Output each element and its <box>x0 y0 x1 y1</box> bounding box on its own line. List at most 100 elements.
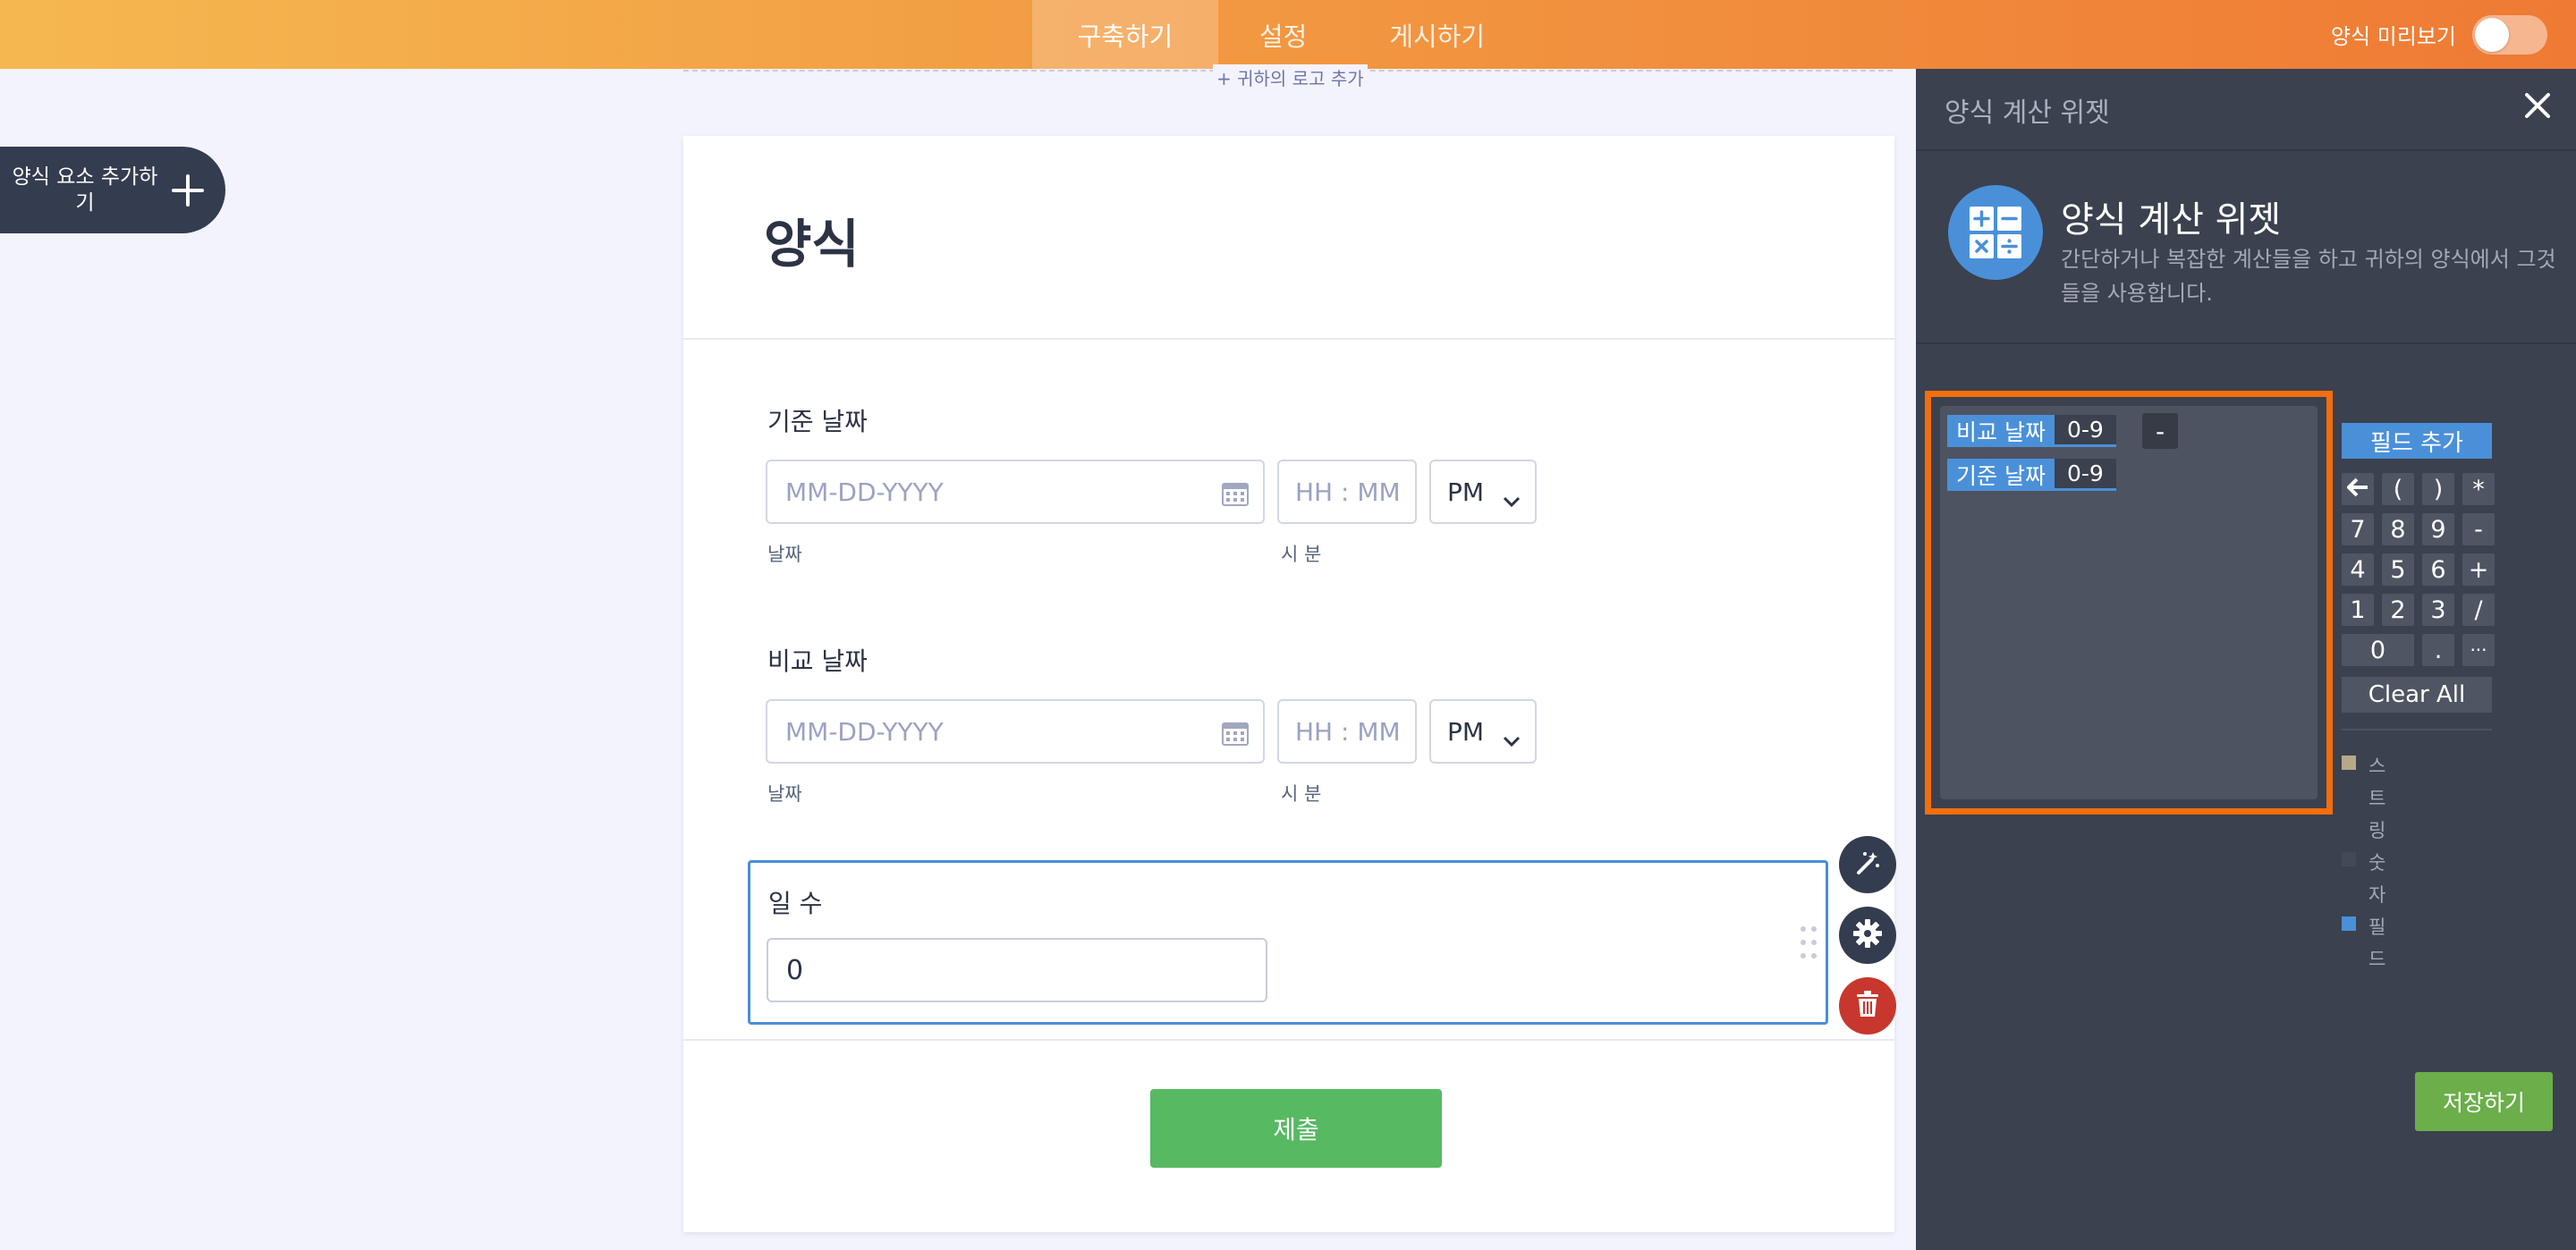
legend-field: 필드 <box>2342 911 2390 976</box>
compare-time-input[interactable]: HH : MM <box>1277 699 1417 764</box>
legend-swatch <box>2342 852 2356 866</box>
form-preview-label: 양식 미리보기 <box>2330 24 2456 49</box>
clear-all-button[interactable]: Clear All <box>2342 677 2492 713</box>
key-multiply[interactable]: * <box>2462 473 2495 505</box>
base-time-sublabel: 시 분 <box>1281 544 1322 565</box>
add-field-button[interactable]: 필드 추가 <box>2342 423 2492 459</box>
panel-title: 양식 계산 위젯 <box>1945 97 2110 129</box>
legend-swatch <box>2342 756 2356 770</box>
key-more[interactable]: ··· <box>2462 634 2495 666</box>
key-8[interactable]: 8 <box>2382 513 2414 545</box>
form-preview-control: 양식 미리보기 <box>2331 0 2547 69</box>
formula-operator-token[interactable]: - <box>2142 413 2178 449</box>
base-time-input[interactable]: HH : MM <box>1277 460 1417 524</box>
key-9[interactable]: 9 <box>2422 513 2454 545</box>
formula-field-token[interactable]: 비교 날짜 0-9 <box>1947 415 2116 447</box>
form-footer <box>683 1039 1894 1041</box>
days-value: 0 <box>786 954 804 986</box>
gear-icon <box>1852 918 1883 952</box>
legend-label: 스트링 <box>2368 756 2386 841</box>
magic-wand-icon <box>1853 849 1882 881</box>
key-3[interactable]: 3 <box>2422 594 2454 626</box>
base-date-label: 기준 날짜 <box>767 407 868 436</box>
panel-header: 양식 계산 위젯 <box>1916 69 2576 151</box>
add-logo-link[interactable]: + 귀하의 로고 추가 <box>1213 64 1368 90</box>
token-field-type: 0-9 <box>2054 459 2116 491</box>
top-navigation-bar: 구축하기 설정 게시하기 양식 미리보기 <box>0 0 2576 69</box>
tab-build[interactable]: 구축하기 <box>1032 0 1218 69</box>
token-field-name: 비교 날짜 <box>1947 415 2055 447</box>
calendar-icon[interactable] <box>1222 721 1249 746</box>
save-button[interactable]: 저장하기 <box>2415 1072 2553 1131</box>
formula-field-token[interactable]: 기준 날짜 0-9 <box>1947 459 2116 491</box>
days-field-label: 일 수 <box>768 889 823 918</box>
arrow-left-icon <box>2346 476 2368 503</box>
key-backspace[interactable] <box>2342 473 2374 505</box>
ampm-value: PM <box>1447 716 1485 747</box>
magic-wand-button[interactable] <box>1839 836 1896 893</box>
ampm-value: PM <box>1447 477 1485 507</box>
key-0[interactable]: 0 <box>2342 634 2414 666</box>
days-field-selected[interactable]: 일 수 0 <box>748 860 1828 1025</box>
compare-ampm-select[interactable]: PM <box>1429 699 1537 764</box>
key-minus[interactable]: - <box>2462 513 2495 545</box>
compare-date-label: 비교 날짜 <box>767 646 868 676</box>
key-divide[interactable]: / <box>2462 594 2495 626</box>
key-1[interactable]: 1 <box>2342 594 2374 626</box>
calculator-icon <box>1948 185 2043 280</box>
formula-editor-highlight: 비교 날짜 0-9 - 기준 날짜 0-9 <box>1925 391 2333 815</box>
key-open-paren[interactable]: ( <box>2382 473 2414 505</box>
compare-date-sublabel: 날짜 <box>767 783 802 805</box>
legend-label: 숫자 <box>2368 852 2386 906</box>
field-settings-button[interactable] <box>1839 907 1896 964</box>
legend-swatch <box>2342 916 2356 931</box>
widget-description: 간단하거나 복잡한 계산들을 하고 귀하의 양식에서 그것들을 사용합니다. <box>2061 247 2556 306</box>
add-form-element-button[interactable]: 양식 요소 추가하기 <box>0 147 225 233</box>
compare-time-sublabel: 시 분 <box>1281 783 1322 805</box>
plus-icon <box>161 164 215 217</box>
date-placeholder: MM-DD-YYYY <box>785 477 944 507</box>
days-number-input[interactable]: 0 <box>767 938 1267 1002</box>
key-close-paren[interactable]: ) <box>2422 473 2454 505</box>
compare-date-input[interactable]: MM-DD-YYYY <box>766 699 1265 764</box>
formula-editor[interactable]: 비교 날짜 0-9 - 기준 날짜 0-9 <box>1940 406 2318 799</box>
key-plus[interactable]: + <box>2462 553 2495 586</box>
key-4[interactable]: 4 <box>2342 553 2374 586</box>
close-icon[interactable] <box>2524 92 2551 122</box>
widget-info: 양식 계산 위젯 간단하거나 복잡한 계산들을 하고 귀하의 양식에서 그것들을… <box>1916 153 2576 344</box>
token-field-name: 기준 날짜 <box>1947 459 2055 491</box>
key-5[interactable]: 5 <box>2382 553 2414 586</box>
key-2[interactable]: 2 <box>2382 594 2414 626</box>
base-date-input[interactable]: MM-DD-YYYY <box>766 460 1265 524</box>
base-date-sublabel: 날짜 <box>767 544 802 565</box>
legend-divider <box>2342 729 2492 731</box>
date-placeholder: MM-DD-YYYY <box>785 716 944 747</box>
key-7[interactable]: 7 <box>2342 513 2374 545</box>
form-preview-toggle[interactable] <box>2472 14 2547 55</box>
tab-publish[interactable]: 게시하기 <box>1348 0 1526 69</box>
add-form-element-label: 양식 요소 추가하기 <box>12 165 158 215</box>
token-field-type: 0-9 <box>2054 415 2116 447</box>
drag-handle-icon[interactable] <box>1799 925 1818 963</box>
tab-settings[interactable]: 설정 <box>1218 0 1348 69</box>
delete-field-button[interactable] <box>1839 977 1896 1035</box>
widget-name: 양식 계산 위젯 <box>2061 199 2282 241</box>
form-title: 양식 <box>764 214 860 274</box>
legend-number: 숫자 <box>2342 847 2390 911</box>
time-placeholder: HH : MM <box>1295 716 1401 747</box>
panel-divider <box>1916 342 2576 344</box>
nav-tabs: 구축하기 설정 게시하기 <box>1032 0 1526 69</box>
legend-string: 스트링 <box>2342 750 2390 847</box>
trash-icon <box>1856 991 1879 1021</box>
calendar-icon[interactable] <box>1222 481 1249 506</box>
time-placeholder: HH : MM <box>1295 477 1401 507</box>
chevron-down-icon <box>1503 485 1521 514</box>
form-header[interactable]: 양식 <box>683 136 1894 340</box>
submit-button[interactable]: 제출 <box>1150 1089 1442 1168</box>
key-decimal[interactable]: . <box>2422 634 2454 666</box>
form-card: 양식 기준 날짜 MM-DD-YYYY HH : MM PM 날짜 시 분 비교… <box>683 136 1894 1232</box>
key-6[interactable]: 6 <box>2422 553 2454 586</box>
chevron-down-icon <box>1503 724 1521 754</box>
base-ampm-select[interactable]: PM <box>1429 460 1537 524</box>
form-calculation-panel: 양식 계산 위젯 양식 계산 위젯 간단하거나 복잡한 계산들을 하고 귀하의 … <box>1916 69 2576 1250</box>
